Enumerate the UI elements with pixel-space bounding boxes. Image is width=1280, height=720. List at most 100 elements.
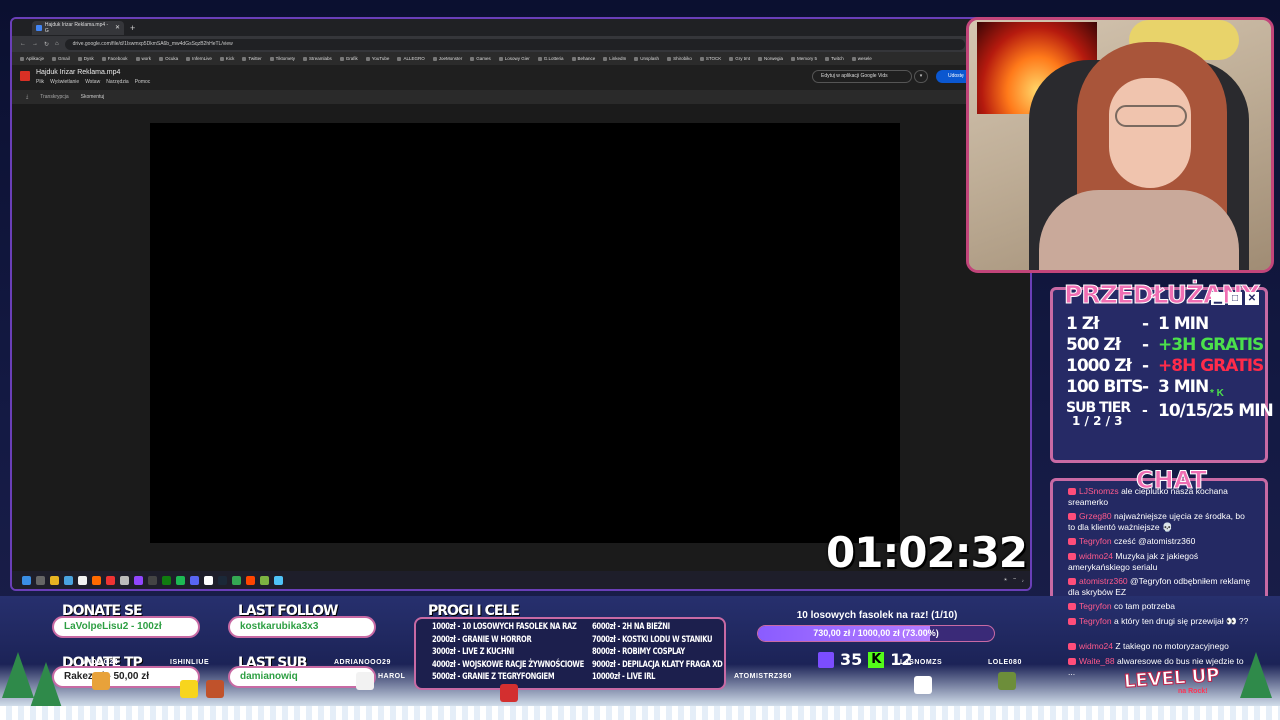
chat-message: Tegryfon co tam potrzeba	[1068, 601, 1252, 612]
bookmark-item[interactable]: Gry tmt	[729, 56, 750, 61]
snow-strip	[0, 706, 1280, 720]
minimize-icon: ▁	[1211, 292, 1225, 305]
video-viewer	[12, 104, 1030, 582]
browser-tab[interactable]: Hajduk Irizar Reklama.mp4 - G ✕	[32, 20, 124, 35]
reload-icon[interactable]: ↻	[44, 41, 49, 48]
bookmark-item[interactable]: Games	[470, 56, 491, 61]
new-tab-button[interactable]: +	[130, 23, 135, 33]
back-icon[interactable]: ←	[20, 41, 26, 47]
bookmark-item[interactable]: work	[136, 56, 152, 61]
volume-icon[interactable]: ♪	[1022, 578, 1024, 583]
goal-item: 9000zł - DEPILACJA KLATY FRAGA XD	[592, 659, 723, 670]
menu-item[interactable]: Narzędzia	[106, 79, 129, 85]
app-icon[interactable]	[78, 575, 87, 585]
goal-item: 5000zł - GRANIE Z TEGRYFONGIEM	[432, 672, 555, 682]
bookmark-item[interactable]: Unsplash	[634, 56, 659, 61]
spotify-icon[interactable]	[176, 575, 185, 585]
bookmark-item[interactable]: Twitch	[825, 56, 844, 61]
video-file-icon	[20, 71, 30, 81]
viewer-name: ATOMISTRZ360	[734, 673, 792, 680]
viewer-name: LOLE080	[988, 659, 1022, 666]
menu-item[interactable]: Wyświetlanie	[50, 79, 79, 85]
url-field[interactable]: drive.google.com/file/d/1Iswmxp5DkmSA6b_…	[64, 38, 965, 50]
home-icon[interactable]: ⌂	[55, 41, 59, 47]
bookmark-item[interactable]: Streamlabs	[303, 56, 332, 61]
weather-icon[interactable]: ☀	[1003, 577, 1007, 583]
bookmark-item[interactable]: G.Lotteria	[538, 56, 564, 61]
app-icon[interactable]	[274, 575, 283, 585]
steam-icon[interactable]	[218, 575, 227, 585]
bookmark-item[interactable]: Ocuka	[159, 56, 178, 61]
bookmarks-bar: Aplikacje Gmail Dysk Facebook work Ocuka Infer…	[12, 52, 1030, 65]
bookmark-item[interactable]: Twitter	[242, 56, 261, 61]
bookmark-item[interactable]: wesele	[852, 56, 872, 61]
download-icon[interactable]: ⤓	[26, 94, 28, 100]
kick-icon: K	[868, 651, 885, 668]
captured-desktop: Hajduk Irizar Reklama.mp4 - G ✕ + ← → ↻ …	[10, 17, 1032, 591]
bookmark-item[interactable]: Grafik	[340, 56, 358, 61]
menu-item[interactable]: Wstaw	[85, 79, 100, 85]
transcript-button[interactable]: Transkrypcja	[40, 94, 68, 100]
app-icon[interactable]	[204, 575, 213, 585]
bookmark-item[interactable]: Tiktomety	[270, 56, 295, 61]
open-with-dropdown-icon[interactable]: ▾	[914, 70, 928, 83]
goal-item: 8000zł - ROBIMY COSPLAY	[592, 647, 685, 657]
twitch-app-icon[interactable]	[134, 575, 143, 585]
menu-item[interactable]: Plik	[36, 79, 44, 85]
bookmark-item[interactable]: STOCK	[700, 56, 721, 61]
app-icon[interactable]	[260, 575, 269, 585]
bookmark-item[interactable]: Losowy Gier	[499, 56, 530, 61]
donate-tp-value: Rakez4d - 50,00 zł	[52, 666, 200, 688]
viewer-name: ISHINLIUE	[170, 659, 210, 666]
bookmark-item[interactable]: InfernLive	[186, 56, 212, 61]
app-icon[interactable]	[246, 575, 255, 585]
bookmark-item[interactable]: Gmail	[52, 56, 70, 61]
bookmark-item[interactable]: Dysk	[78, 56, 94, 61]
menu-item[interactable]: Pomoc	[135, 79, 151, 85]
chat-message: widmo24 Z takiego no motoryzacyjnego	[1068, 641, 1252, 652]
goal-item: 4000zł - WOJSKOWE RACJE ŻYWNOŚCIOWE	[432, 659, 584, 670]
badge-icon	[1068, 488, 1076, 496]
bookmark-item[interactable]: ALLEGRO	[397, 56, 424, 61]
start-icon[interactable]	[22, 575, 31, 585]
explorer-icon[interactable]	[50, 575, 59, 585]
chat-message: widmo24 Muzyka jak z jakiegoś amerykańsk…	[1068, 551, 1252, 573]
discord-icon[interactable]	[190, 575, 199, 585]
close-tab-icon[interactable]: ✕	[115, 24, 120, 31]
chrome-icon[interactable]	[232, 575, 241, 585]
bookmark-item[interactable]: Aplikacje	[20, 56, 44, 61]
app-icon[interactable]	[120, 575, 129, 585]
bookmark-item[interactable]: Kick	[220, 56, 235, 61]
chat-message: Waite_88 alwaresowe do bus nie wjedzie t…	[1068, 656, 1252, 678]
fasolki-goal-title: 10 losowych fasolek na raz! (1/10)	[796, 610, 958, 621]
bookmark-item[interactable]: Behance	[572, 56, 596, 61]
search-icon[interactable]	[36, 575, 45, 585]
address-bar-row: ← → ↻ ⌂ drive.google.com/file/d/1Iswmxp5…	[12, 36, 1030, 52]
bookmark-item[interactable]: LinkedIn	[603, 56, 626, 61]
bookmark-item[interactable]: JoeMonster	[433, 56, 463, 61]
chat-nick: Tegryfon	[1079, 536, 1112, 546]
chat-nick: Waite_88	[1079, 656, 1115, 666]
app-icon[interactable]	[92, 575, 101, 585]
tab-title: Hajduk Irizar Reklama.mp4 - G	[44, 21, 109, 34]
video-player[interactable]	[150, 123, 900, 543]
badge-icon	[1068, 553, 1076, 561]
bookmark-item[interactable]: Shirobiko	[667, 56, 692, 61]
app-icon[interactable]	[106, 575, 115, 585]
open-with-vids-button[interactable]: Edytuj w aplikacji Google Vids	[812, 70, 912, 83]
bookmark-item[interactable]: Facebook	[102, 56, 128, 61]
wifi-icon[interactable]: ⌔	[1013, 577, 1017, 583]
bookmark-item[interactable]: Memory 5	[791, 56, 817, 61]
viewer-name: HAROL	[378, 673, 406, 680]
app-icon[interactable]	[64, 575, 73, 585]
forward-icon[interactable]: →	[32, 41, 38, 47]
app-icon[interactable]	[148, 575, 157, 585]
viewer-counts: 35 K 12	[818, 650, 913, 669]
bookmark-item[interactable]: Norwegia	[758, 56, 783, 61]
comment-button[interactable]: Skomentuj	[81, 94, 105, 100]
chat-message: Tegryfon cześć @atomistrz360	[1068, 536, 1252, 547]
xbox-icon[interactable]	[162, 575, 171, 585]
bookmark-item[interactable]: YouTube	[366, 56, 390, 61]
viewer-sprite	[356, 672, 374, 690]
fasolki-progress-bar: 730,00 zł / 1000,00 zł (73.00%)	[757, 625, 995, 642]
